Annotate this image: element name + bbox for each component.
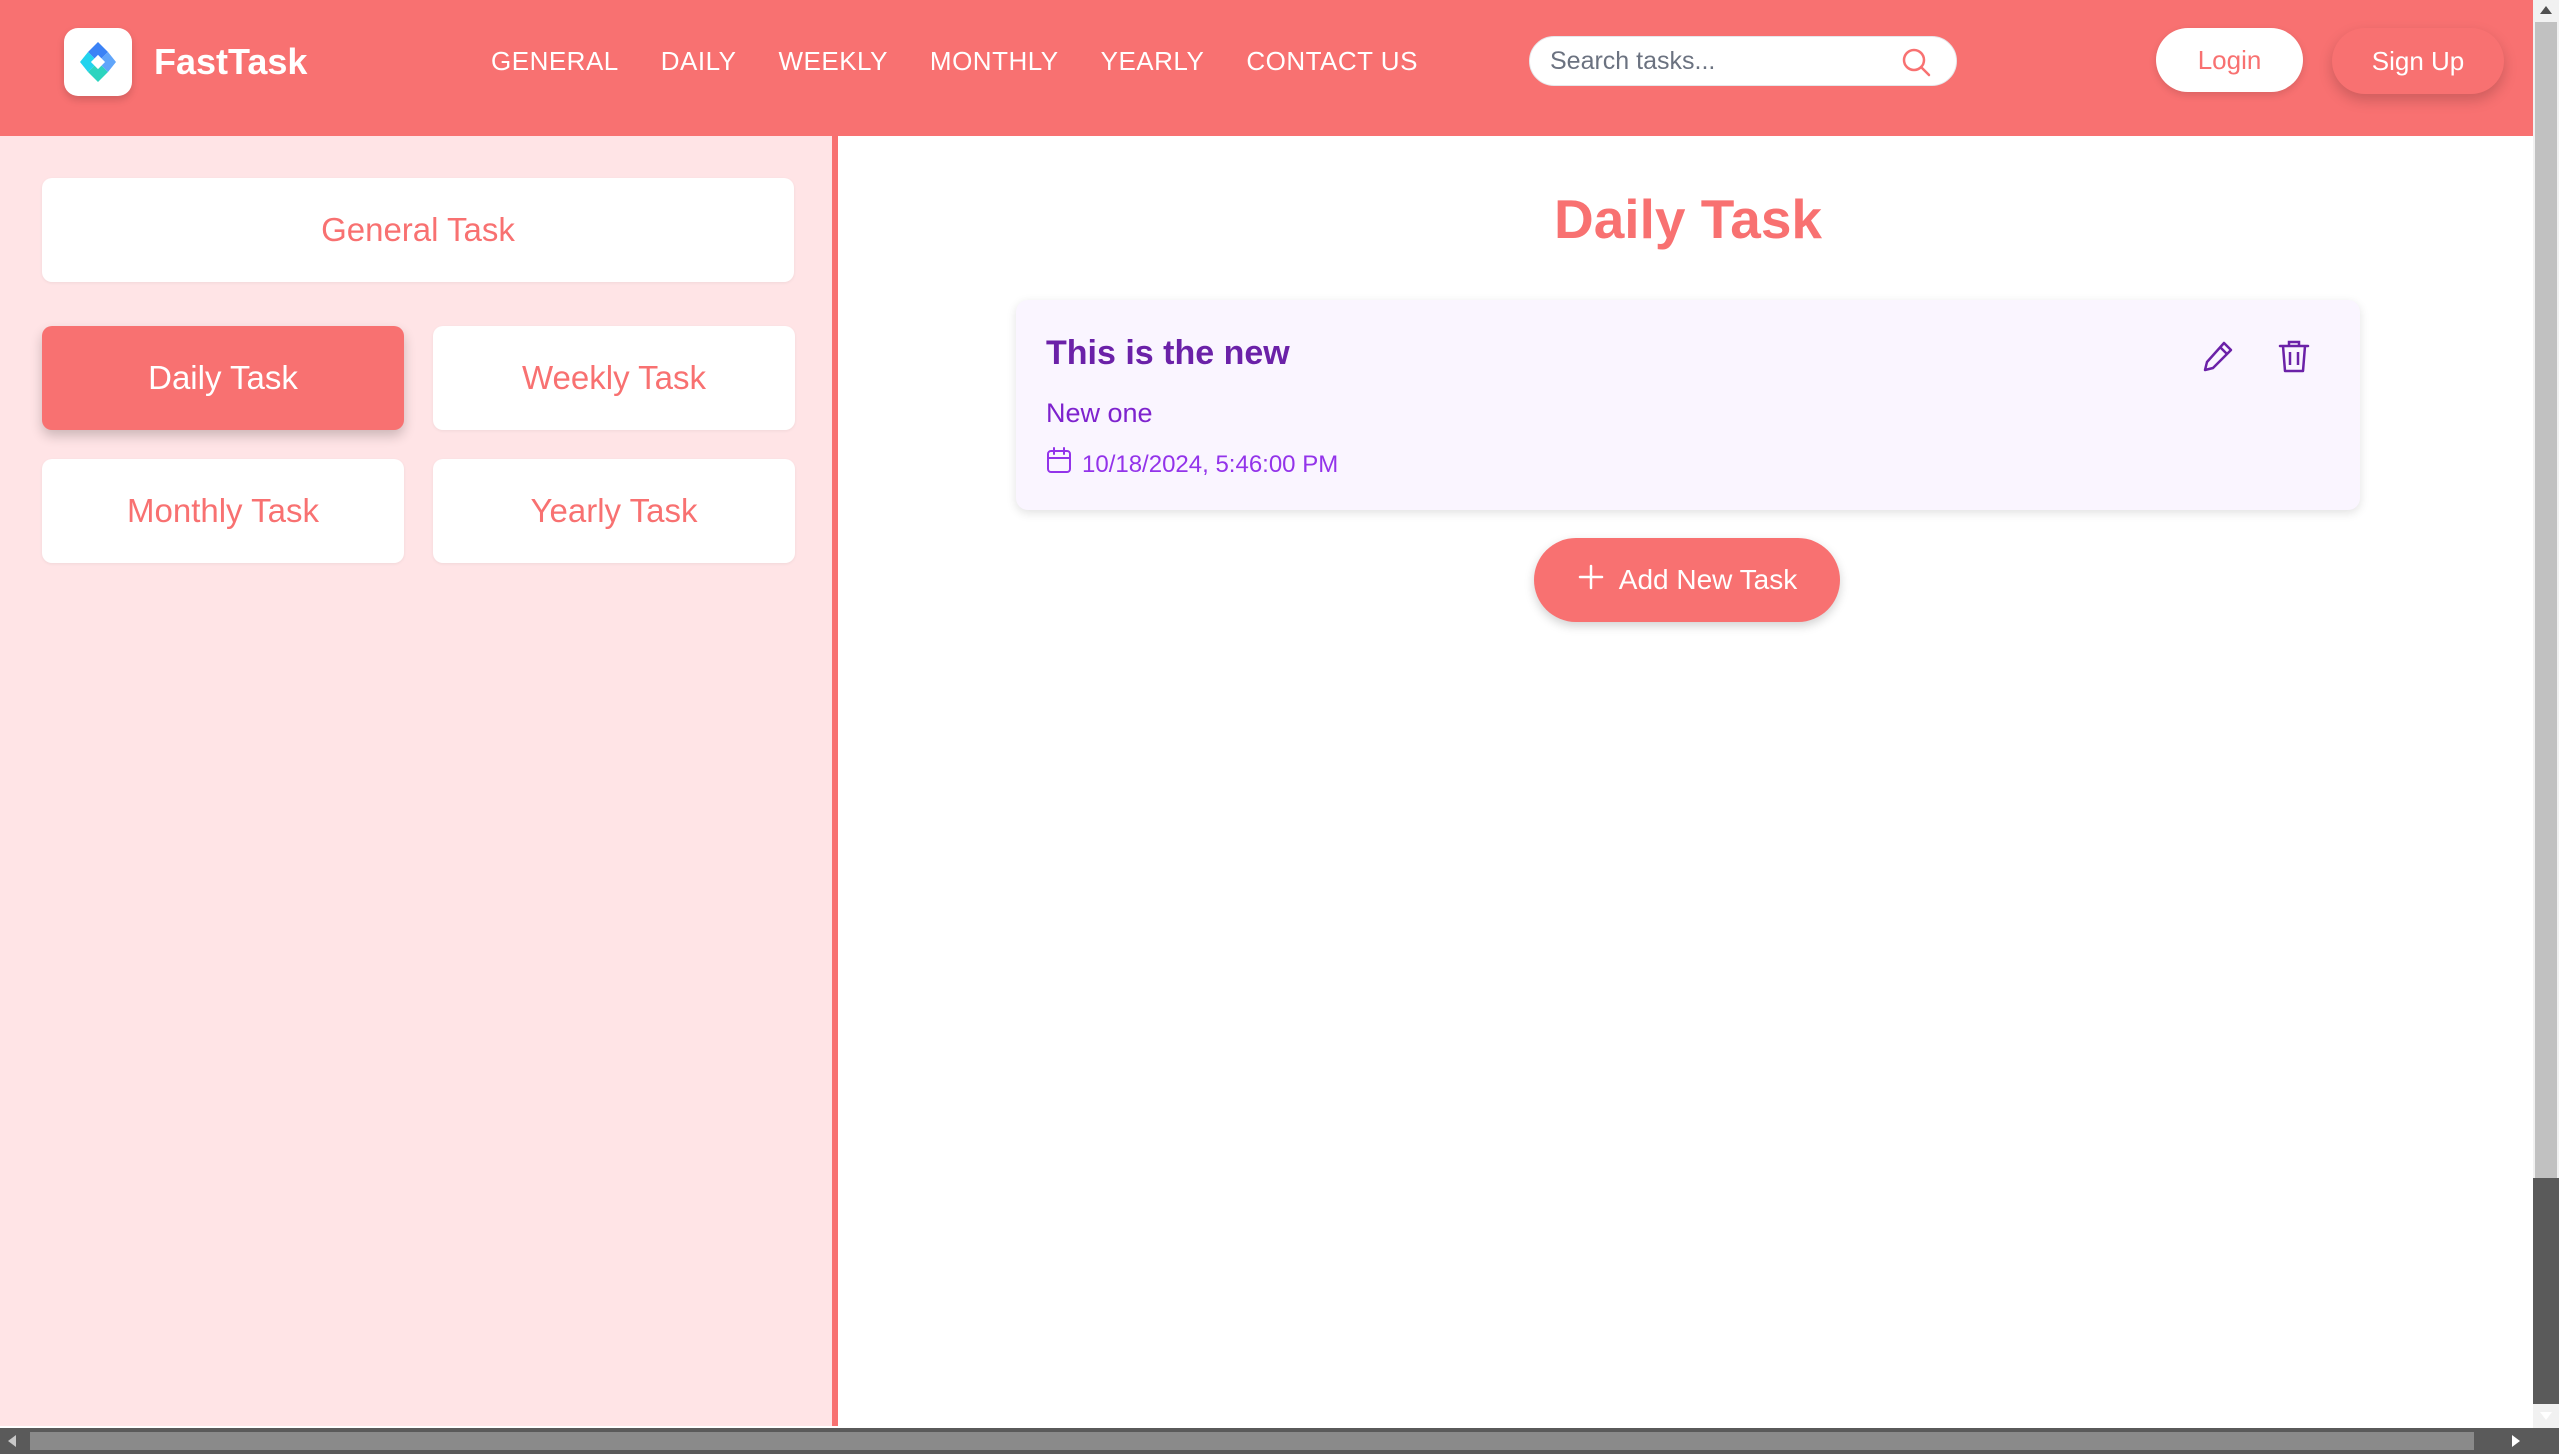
scroll-left-arrow-icon[interactable] xyxy=(8,1435,16,1447)
top-navbar: FastTask GENERAL DAILY WEEKLY MONTHLY YE… xyxy=(0,0,2533,136)
task-date-text: 10/18/2024, 5:46:00 PM xyxy=(1082,451,1339,478)
search-icon[interactable] xyxy=(1900,46,1932,78)
scroll-down-arrow-icon[interactable] xyxy=(2540,1412,2552,1420)
login-button[interactable]: Login xyxy=(2156,28,2303,92)
add-new-task-button[interactable]: Add New Task xyxy=(1534,538,1840,622)
nav-daily[interactable]: DAILY xyxy=(661,42,737,80)
main-nav: GENERAL DAILY WEEKLY MONTHLY YEARLY CONT… xyxy=(491,42,1418,80)
edit-icon[interactable] xyxy=(2196,334,2240,378)
task-title: This is the new xyxy=(1046,334,1290,372)
search-input[interactable] xyxy=(1550,37,1890,85)
nav-general[interactable]: GENERAL xyxy=(491,42,619,80)
nav-yearly[interactable]: YEARLY xyxy=(1101,42,1205,80)
vertical-scrollbar-thumb[interactable] xyxy=(2535,22,2557,1178)
vertical-scrollbar[interactable] xyxy=(2533,0,2559,1428)
search-box xyxy=(1529,36,1957,86)
vertical-scrollbar-track xyxy=(2533,1178,2559,1404)
general-task-button[interactable]: General Task xyxy=(42,178,794,282)
nav-contact-us[interactable]: CONTACT US xyxy=(1246,42,1418,80)
signup-button[interactable]: Sign Up xyxy=(2332,28,2504,94)
horizontal-scrollbar-thumb[interactable] xyxy=(30,1432,2474,1450)
task-date: 10/18/2024, 5:46:00 PM xyxy=(1046,446,1338,484)
brand-name[interactable]: FastTask xyxy=(154,40,307,84)
nav-weekly[interactable]: WEEKLY xyxy=(778,42,887,80)
logo-icon[interactable] xyxy=(64,28,132,96)
task-description: New one xyxy=(1046,398,1153,428)
task-card: This is the new New one 10/18/2024, 5:46… xyxy=(1016,300,2360,510)
page-title: Daily Task xyxy=(1553,188,1823,250)
plus-icon xyxy=(1577,563,1605,598)
trash-icon[interactable] xyxy=(2272,334,2316,378)
scroll-up-arrow-icon[interactable] xyxy=(2540,6,2552,14)
nav-monthly[interactable]: MONTHLY xyxy=(930,42,1059,80)
scroll-right-arrow-icon[interactable] xyxy=(2512,1435,2520,1447)
calendar-icon xyxy=(1046,446,1072,484)
weekly-task-button[interactable]: Weekly Task xyxy=(433,326,795,430)
yearly-task-button[interactable]: Yearly Task xyxy=(433,459,795,563)
monthly-task-button[interactable]: Monthly Task xyxy=(42,459,404,563)
horizontal-scrollbar[interactable] xyxy=(0,1428,2559,1454)
add-new-task-label: Add New Task xyxy=(1618,564,1798,595)
daily-task-button[interactable]: Daily Task xyxy=(42,326,404,430)
sidebar: General Task Daily Task Weekly Task Mont… xyxy=(0,136,838,1426)
main-content: Daily Task This is the new New one 10/18… xyxy=(844,136,2533,1426)
